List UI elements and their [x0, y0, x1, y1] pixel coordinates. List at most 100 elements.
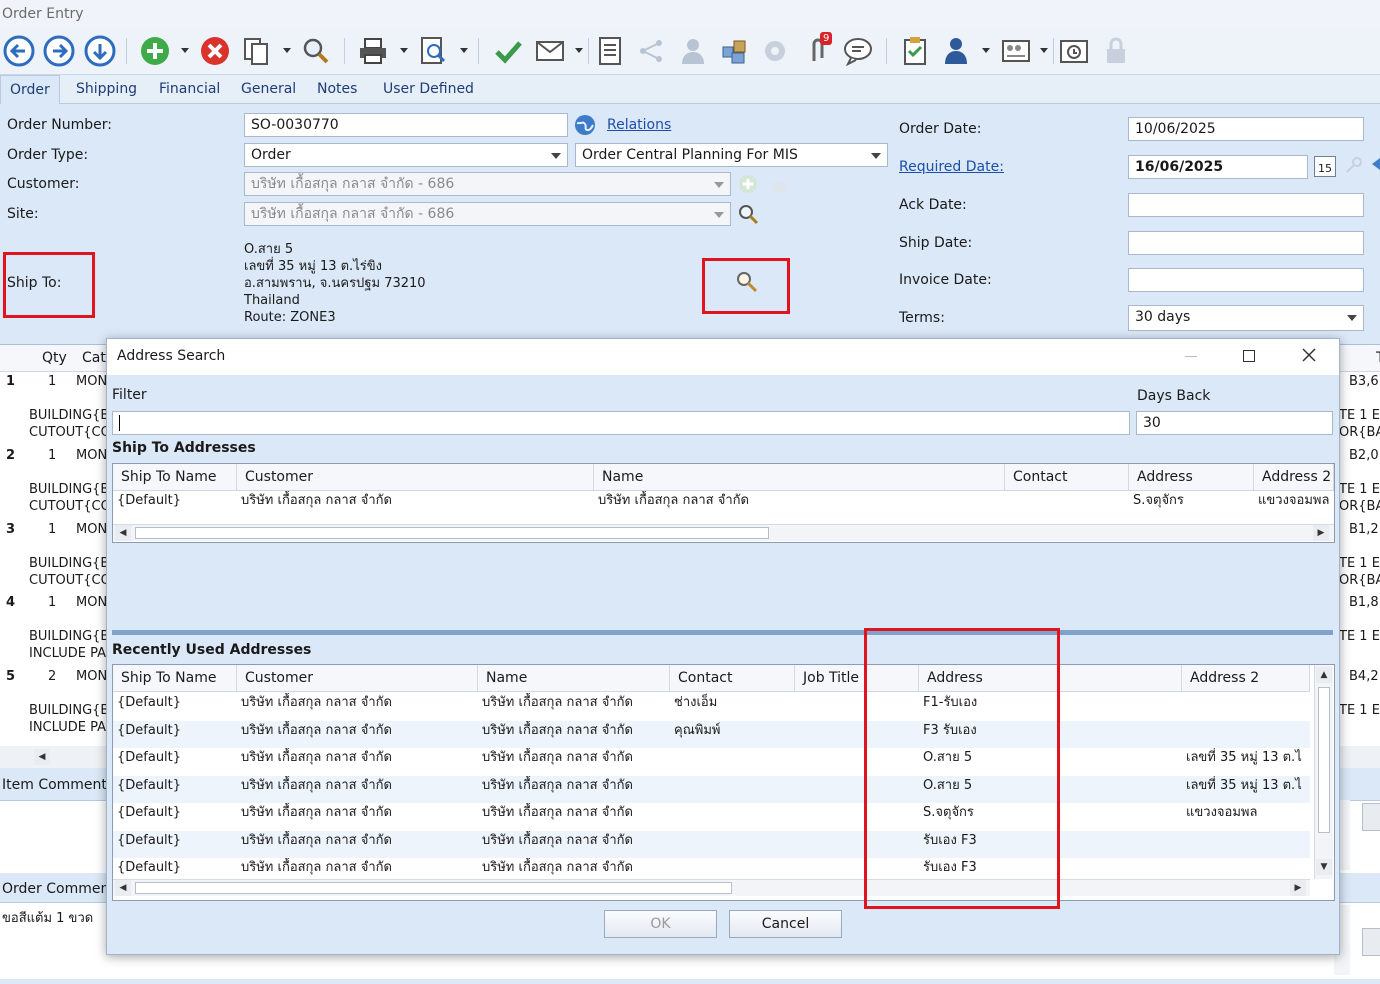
recent-column-header[interactable]: Name [478, 665, 670, 691]
line-number: 5 [6, 669, 16, 684]
print-icon[interactable] [355, 33, 391, 69]
ship-to-line: O.สาย 5 [244, 242, 294, 257]
recent-address-row[interactable]: {Default} บริษัท เกื้อสกุล กลาส จำกัด บริษ… [113, 858, 1310, 885]
qty-column-header[interactable]: Qty [42, 350, 67, 366]
chevron-left-icon[interactable] [1372, 158, 1380, 170]
recent-column-header[interactable]: Ship To Name [113, 665, 237, 691]
chat-icon[interactable] [840, 33, 876, 69]
user-icon[interactable] [675, 33, 711, 69]
cancel-button[interactable]: Cancel [729, 910, 842, 938]
ok-button[interactable]: OK [604, 910, 717, 938]
splitter[interactable] [112, 630, 1333, 635]
edit-customer-icon[interactable] [770, 176, 788, 198]
form-icon[interactable] [592, 33, 628, 69]
scroll-up-icon[interactable]: ▲ [1316, 667, 1332, 683]
scroll-left-icon[interactable]: ◀ [115, 525, 131, 541]
side-button-icon[interactable] [1362, 803, 1380, 831]
line-price: B1,8 [1349, 595, 1379, 610]
scroll-thumb[interactable] [1318, 687, 1330, 833]
site-select[interactable]: บริษัท เกื้อสกุล กลาส จำกัด - 686 [244, 202, 731, 226]
copy-icon[interactable] [238, 33, 274, 69]
customer-select[interactable]: บริษัท เกื้อสกุล กลาส จำกัด - 686 [244, 172, 731, 196]
terms-select[interactable]: 30 days [1128, 305, 1364, 331]
ship-to-column-header[interactable]: Address [1129, 464, 1254, 490]
order-type-select[interactable]: Order [244, 143, 568, 167]
scroll-thumb[interactable] [135, 527, 769, 539]
ship-to-column-header[interactable]: Contact [1005, 464, 1129, 490]
required-date-field[interactable]: 16/06/2025 [1128, 155, 1308, 179]
recent-vscroll[interactable]: ▲ ▼ [1314, 665, 1333, 879]
recent-address-row[interactable]: {Default} บริษัท เกื้อสกุล กลาส จำกัด บริษ… [113, 830, 1310, 858]
customer-value: บริษัท เกื้อสกุล กลาส จำกัด - 686 [251, 176, 455, 192]
calendar-icon[interactable]: 15 [1314, 156, 1336, 177]
tab-financial[interactable]: Financial [159, 75, 220, 103]
person-icon[interactable] [938, 33, 974, 69]
recent-column-header[interactable]: Contact [670, 665, 795, 691]
ship-to-hscroll[interactable]: ◀ ▶ [113, 524, 1334, 541]
tab-shipping[interactable]: Shipping [76, 75, 137, 103]
ship-to-search-icon[interactable] [735, 270, 759, 298]
recent-address-row[interactable]: {Default} บริษัท เกื้อสกุล กลาส จำกัด บริษ… [113, 693, 1310, 720]
ship-to-address: O.สาย 5 เลขที่ 35 หมู่ 13 ต.ไร่ขิง อ.สาม… [244, 241, 426, 326]
order-number-field[interactable]: SO-0030770 [244, 113, 568, 137]
order-date-field[interactable]: 10/06/2025 [1128, 117, 1364, 141]
recent-column-header[interactable]: Address 2 [1182, 665, 1310, 691]
recent-column-header[interactable]: Customer [237, 665, 478, 691]
back-icon[interactable] [1, 33, 37, 69]
forward-icon[interactable] [41, 33, 77, 69]
tab-order[interactable]: Order [0, 75, 60, 104]
tab-general[interactable]: General [241, 75, 296, 103]
schedule-icon[interactable] [1056, 33, 1092, 69]
ship-to-row[interactable]: {Default} บริษัท เกื้อสกุล กลาส จำกัด บริษ… [113, 491, 1334, 518]
invoice-date-field[interactable] [1128, 268, 1364, 292]
ship-to-column-header[interactable]: Address 2 [1254, 464, 1334, 490]
line-price: B3,6 [1349, 374, 1379, 389]
ship-to-column-header[interactable]: Customer [237, 464, 594, 490]
required-date-label[interactable]: Required Date: [899, 159, 1004, 175]
maximize-icon[interactable] [1243, 350, 1255, 362]
globe-icon[interactable] [574, 114, 596, 140]
add-icon[interactable] [137, 33, 173, 69]
order-type-description-select[interactable]: Order Central Planning For MIS [575, 143, 888, 167]
lock-icon[interactable] [1098, 33, 1134, 69]
scroll-right-icon[interactable]: ▶ [1313, 525, 1329, 541]
share-icon[interactable] [633, 33, 669, 69]
ship-to-column-header[interactable]: Name [594, 464, 1005, 490]
panel-icon[interactable] [998, 33, 1034, 69]
scroll-down-icon[interactable]: ▼ [1316, 859, 1332, 875]
search-icon[interactable] [298, 33, 334, 69]
recent-address-row[interactable]: {Default} บริษัท เกื้อสกุล กลาส จำกัด บริษ… [113, 775, 1310, 803]
recent-address-cell: บริษัท เกื้อสกุล กลาส จำกัด [241, 805, 392, 820]
scroll-left-icon[interactable]: ◀ [34, 749, 50, 765]
recent-address-row[interactable]: {Default} บริษัท เกื้อสกุล กลาส จำกัด บริษ… [113, 803, 1310, 830]
ship-to-column-header[interactable]: Ship To Name [113, 464, 237, 490]
check-icon[interactable] [490, 33, 526, 69]
line-description-right: TE 1 E [1339, 408, 1380, 423]
tab-notes[interactable]: Notes [317, 75, 357, 103]
tab-user-defined[interactable]: User Defined [383, 75, 474, 103]
side-button-icon[interactable] [1362, 928, 1380, 956]
close-icon[interactable] [1300, 346, 1318, 368]
down-icon[interactable] [82, 33, 118, 69]
line-description: BUILDING{B [29, 629, 106, 644]
line-qty: 1 [48, 522, 57, 537]
clipboard-icon[interactable] [897, 33, 933, 69]
recent-address-row[interactable]: {Default} บริษัท เกื้อสกุล กลาส จำกัด บริษ… [113, 720, 1310, 748]
order-date-label: Order Date: [899, 121, 982, 137]
site-search-icon[interactable] [737, 203, 759, 229]
recent-address-row[interactable]: {Default} บริษัท เกื้อสกุล กลาส จำกัด บริษ… [113, 748, 1310, 775]
days-back-label: Days Back [1137, 388, 1211, 404]
filter-input[interactable] [112, 411, 1130, 435]
boxes-icon[interactable] [716, 33, 752, 69]
email-icon[interactable] [532, 33, 568, 69]
delete-icon[interactable] [197, 33, 233, 69]
ack-date-field[interactable] [1128, 193, 1364, 217]
add-customer-icon[interactable] [738, 174, 758, 198]
settings-icon[interactable] [757, 33, 793, 69]
minimize-icon[interactable] [1185, 356, 1197, 357]
days-back-input[interactable]: 30 [1136, 411, 1333, 435]
relations-link[interactable]: Relations [607, 117, 671, 133]
key-icon[interactable] [1345, 156, 1363, 178]
preview-icon[interactable] [415, 33, 451, 69]
ship-date-field[interactable] [1128, 231, 1364, 255]
